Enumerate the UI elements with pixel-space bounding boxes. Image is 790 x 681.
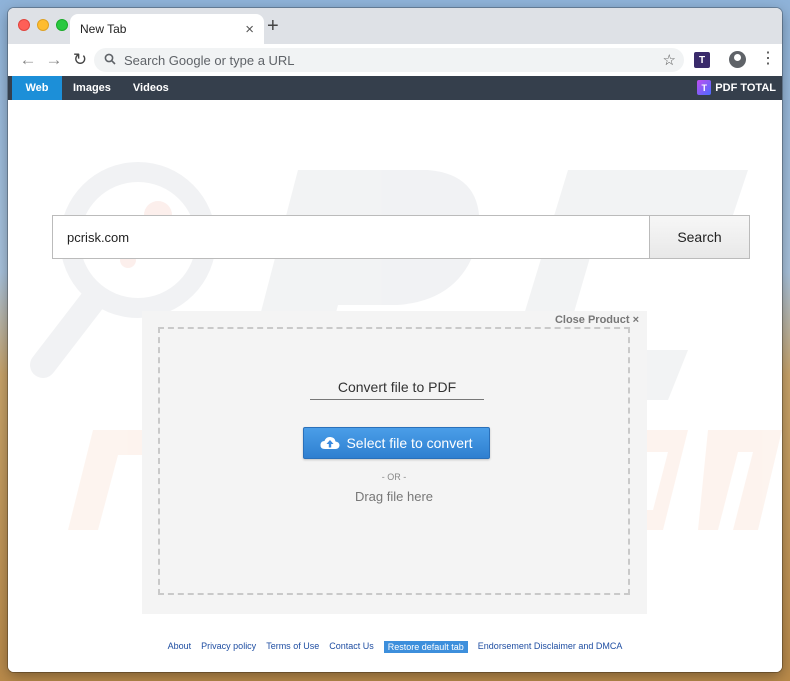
tab-strip: New Tab × +: [8, 8, 782, 44]
window-controls: [18, 19, 68, 31]
select-file-label: Select file to convert: [346, 435, 473, 451]
address-bar-placeholder: Search Google or type a URL: [124, 52, 295, 68]
search-input[interactable]: [53, 216, 649, 258]
tab-title: New Tab: [80, 22, 127, 36]
convert-title: Convert file to PDF: [310, 379, 484, 400]
drag-file-hint: Drag file here: [354, 489, 434, 504]
forward-button[interactable]: →: [42, 48, 66, 72]
cloud-upload-icon: [320, 436, 340, 449]
close-window-button[interactable]: [18, 19, 30, 31]
profile-icon[interactable]: [729, 51, 746, 68]
maximize-window-button[interactable]: [56, 19, 68, 31]
search-type-nav: Web Images Videos T PDF TOTAL: [8, 76, 782, 100]
footer-link-privacy[interactable]: Privacy policy: [201, 641, 256, 653]
footer-link-disclaimer[interactable]: Endorsement Disclaimer and DMCA: [478, 641, 623, 653]
minimize-window-button[interactable]: [37, 19, 49, 31]
footer-link-restore-default-tab[interactable]: Restore default tab: [383, 641, 468, 653]
footer-link-about[interactable]: About: [168, 641, 192, 653]
search-bar: Search: [52, 215, 750, 259]
browser-toolbar: ← → ↻ Search Google or type a URL ☆ T ⋮: [8, 44, 782, 76]
browser-window: New Tab × + ← → ↻ Search Google or type …: [8, 8, 782, 672]
back-button[interactable]: ←: [16, 48, 40, 72]
or-separator: - OR -: [381, 472, 407, 482]
browser-menu-icon[interactable]: ⋮: [760, 50, 776, 68]
nav-item-web[interactable]: Web: [12, 76, 62, 100]
search-icon: [104, 53, 116, 68]
file-drop-zone[interactable]: Convert file to PDF Select file to conve…: [158, 327, 630, 595]
brand-logo[interactable]: T PDF TOTAL: [697, 80, 776, 95]
footer-link-terms[interactable]: Terms of Use: [266, 641, 319, 653]
pdf-converter-widget: Close Product × Convert file to PDF Sele…: [142, 311, 647, 614]
address-bar[interactable]: Search Google or type a URL ☆: [94, 48, 684, 72]
close-product-button[interactable]: Close Product ×: [555, 314, 639, 326]
footer-links: About Privacy policy Terms of Use Contac…: [8, 641, 782, 653]
brand-name: PDF TOTAL: [715, 81, 776, 94]
page-content: Search Close Product × Convert file to P…: [8, 100, 782, 672]
nav-item-videos[interactable]: Videos: [122, 76, 180, 100]
search-button[interactable]: Search: [649, 216, 749, 258]
reload-button[interactable]: ↻: [68, 48, 92, 72]
tab-new-tab[interactable]: New Tab ×: [70, 14, 264, 44]
pdf-total-extension-icon[interactable]: T: [694, 52, 710, 68]
select-file-button[interactable]: Select file to convert: [303, 427, 490, 459]
nav-item-images[interactable]: Images: [62, 76, 122, 100]
footer-link-contact[interactable]: Contact Us: [329, 641, 374, 653]
pdf-total-logo-icon: T: [697, 80, 712, 95]
tab-close-icon[interactable]: ×: [245, 22, 254, 37]
new-tab-button[interactable]: +: [267, 16, 279, 36]
bookmark-star-icon[interactable]: ☆: [663, 51, 676, 69]
